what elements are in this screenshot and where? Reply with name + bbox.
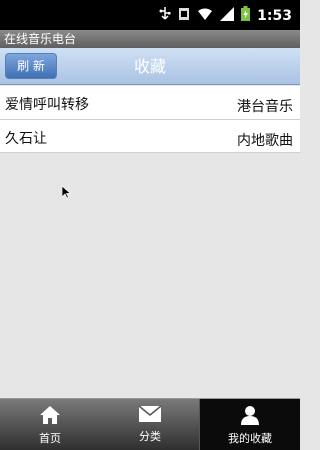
app-title-bar: 在线音乐电台 bbox=[0, 30, 300, 48]
tab-label: 首页 bbox=[39, 432, 61, 445]
home-icon bbox=[0, 405, 100, 428]
signal-icon bbox=[220, 6, 235, 25]
toolbar: 刷 新 收藏 bbox=[0, 48, 300, 85]
song-category: 内地歌曲 bbox=[237, 133, 293, 149]
tab-label: 我的收藏 bbox=[228, 432, 272, 445]
app-title: 在线音乐电台 bbox=[4, 32, 77, 46]
battery-icon bbox=[241, 6, 251, 25]
mail-icon bbox=[100, 405, 200, 426]
person-icon bbox=[200, 405, 300, 428]
song-category: 港台音乐 bbox=[237, 99, 293, 115]
refresh-button[interactable]: 刷 新 bbox=[5, 53, 57, 79]
wifi-icon bbox=[197, 6, 213, 25]
usb-icon bbox=[159, 6, 171, 25]
song-name: 爱情呼叫转移 bbox=[5, 97, 89, 113]
list-item[interactable]: 久石让 内地歌曲 bbox=[0, 120, 300, 153]
mouse-cursor-icon bbox=[61, 184, 72, 203]
status-icons: 1:53 bbox=[159, 6, 292, 25]
song-name: 久石让 bbox=[5, 131, 47, 147]
tab-my-favorites[interactable]: 我的收藏 bbox=[199, 399, 300, 450]
notification-icon bbox=[178, 6, 190, 25]
tab-home[interactable]: 首页 bbox=[0, 399, 100, 450]
favorites-list: 爱情呼叫转移 港台音乐 久石让 内地歌曲 bbox=[0, 86, 300, 153]
list-item[interactable]: 爱情呼叫转移 港台音乐 bbox=[0, 86, 300, 120]
tab-label: 分类 bbox=[139, 430, 161, 443]
bottom-tab-bar: 首页 分类 我的收藏 bbox=[0, 398, 300, 450]
clock: 1:53 bbox=[257, 7, 292, 24]
tab-category[interactable]: 分类 bbox=[100, 399, 200, 450]
status-bar: 1:53 bbox=[0, 0, 300, 30]
